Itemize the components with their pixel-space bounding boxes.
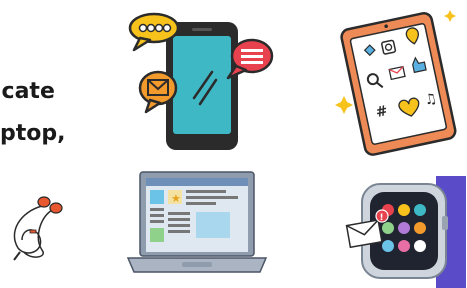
laptop-icon: ★ [126,171,268,273]
svg-text:!: ! [380,213,384,223]
body-text-line-2: ptop, [0,121,66,146]
smartphone-chat-icon [128,12,274,150]
smartwatch-icon: ! [345,176,466,288]
earphones-icon [13,196,63,261]
svg-text:★: ★ [171,192,181,205]
tablet-social-icon: # ♫ [335,10,457,156]
body-text-line-1: icate [0,79,55,104]
